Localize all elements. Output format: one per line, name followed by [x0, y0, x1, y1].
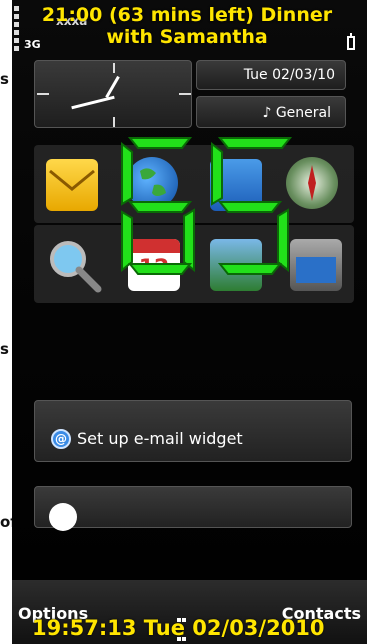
profile-label: ♪ General — [262, 105, 331, 121]
clipped-text-1: s — [0, 70, 9, 88]
email-widget[interactable]: @ Set up e-mail widget — [34, 400, 352, 462]
music-widget[interactable] — [34, 486, 352, 531]
minute-hand — [71, 95, 115, 110]
clipped-text-2: s — [0, 340, 9, 358]
date-widget[interactable]: Tue 02/03/10 — [196, 60, 346, 90]
search-icon[interactable] — [46, 237, 102, 293]
messaging-icon[interactable] — [46, 159, 98, 211]
email-widget-label: Set up e-mail widget — [77, 429, 243, 448]
hour-hand — [105, 75, 120, 99]
email-at-icon: @ — [51, 429, 71, 449]
countdown-digits — [112, 130, 302, 280]
battery-icon — [347, 33, 355, 50]
date-label: Tue 02/03/10 — [243, 67, 335, 83]
datetime-overlay: 19:57:13 Tue 02/03/2010 — [32, 616, 325, 640]
phone-home-screen: xxxa 3G Tue 02/03/10 ♪ General @ Set up … — [12, 0, 367, 644]
profile-widget[interactable]: ♪ General — [196, 96, 346, 128]
music-player-icon — [49, 503, 77, 531]
analog-clock-widget[interactable] — [34, 60, 192, 128]
signal-strength-icon — [14, 6, 19, 58]
reminder-overlay: 21:00 (63 mins left) Dinner with Samanth… — [41, 4, 333, 48]
